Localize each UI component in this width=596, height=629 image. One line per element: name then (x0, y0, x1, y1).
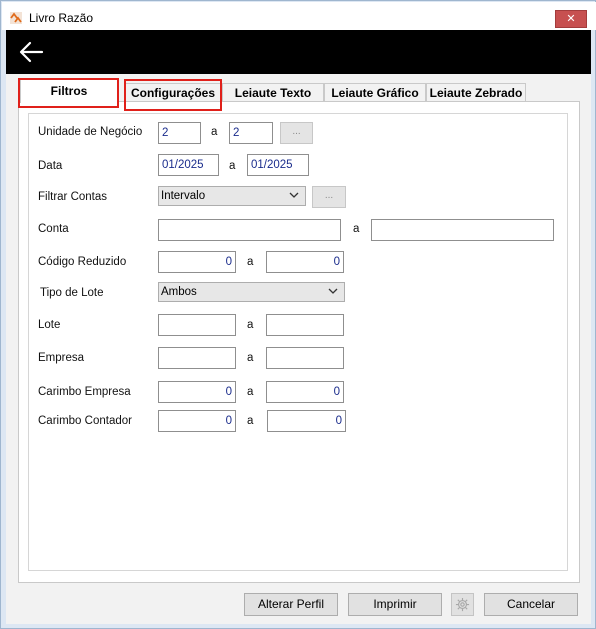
carimbo-empresa-to-input[interactable] (266, 381, 344, 403)
lote-from-input[interactable] (158, 314, 236, 336)
chevron-down-icon (289, 192, 299, 198)
unidade-browse-button[interactable]: ... (280, 122, 313, 144)
filtrar-contas-label: Filtrar Contas (38, 191, 108, 203)
codigo-reduzido-label: Código Reduzido (38, 256, 127, 268)
carimbo-contador-label: Carimbo Contador (38, 415, 132, 427)
gear-icon (455, 597, 470, 612)
filtrar-contas-value: Intervalo (161, 190, 206, 202)
imprimir-button[interactable]: Imprimir (348, 593, 442, 616)
range-separator: a (247, 352, 254, 364)
ellipsis-icon: ... (292, 126, 301, 137)
window-title: Livro Razão (29, 11, 94, 25)
range-separator: a (247, 415, 254, 427)
carimbo-empresa-from-input[interactable] (158, 381, 236, 403)
tipo-lote-label: Tipo de Lote (40, 287, 104, 299)
close-button[interactable]: ✕ (555, 10, 587, 28)
empresa-to-input[interactable] (266, 347, 344, 369)
chevron-down-icon (328, 288, 338, 294)
tab-leiaute-zebrado[interactable]: Leiaute Zebrado (426, 83, 526, 103)
tab-label: Configurações (130, 86, 215, 100)
carimbo-contador-from-input[interactable] (158, 410, 236, 432)
conta-to-input[interactable] (371, 219, 554, 241)
conta-from-input[interactable] (158, 219, 341, 241)
tab-leiaute-grafico[interactable]: Leiaute Gráfico (324, 83, 426, 103)
tab-label: Filtros (50, 84, 88, 98)
settings-button[interactable] (451, 593, 474, 616)
carimbo-contador-to-input[interactable] (267, 410, 346, 432)
tipo-lote-select[interactable]: Ambos (158, 282, 345, 302)
filters-frame (28, 113, 568, 571)
tab-filtros[interactable]: Filtros (20, 79, 118, 103)
filtrar-contas-browse-button[interactable]: ... (312, 186, 346, 208)
alterar-perfil-button[interactable]: Alterar Perfil (244, 593, 338, 616)
codigo-reduzido-to-input[interactable] (266, 251, 344, 273)
button-label: Cancelar (506, 597, 556, 611)
carimbo-empresa-label: Carimbo Empresa (38, 386, 131, 398)
empresa-from-input[interactable] (158, 347, 236, 369)
tab-label: Leiaute Zebrado (429, 86, 523, 100)
close-icon: ✕ (566, 13, 576, 25)
ellipsis-icon: ... (324, 190, 334, 201)
tipo-lote-value: Ambos (161, 286, 197, 298)
range-separator: a (247, 319, 254, 331)
tab-label: Leiaute Texto (234, 86, 312, 100)
range-separator: a (247, 386, 254, 398)
unidade-from-input[interactable] (158, 122, 201, 144)
tab-configuracoes[interactable]: Configurações (124, 83, 222, 103)
cancelar-button[interactable]: Cancelar (484, 593, 578, 616)
conta-label: Conta (38, 223, 69, 235)
back-arrow-icon[interactable] (18, 40, 44, 64)
app-icon (10, 12, 22, 24)
tab-label: Leiaute Gráfico (331, 86, 419, 100)
tab-leiaute-texto[interactable]: Leiaute Texto (222, 83, 324, 103)
range-separator: a (229, 160, 236, 172)
data-label: Data (38, 160, 63, 172)
button-label: Imprimir (373, 597, 417, 611)
range-separator: a (211, 126, 218, 138)
range-separator: a (353, 223, 360, 235)
empresa-label: Empresa (38, 352, 85, 364)
data-to-input[interactable] (247, 154, 309, 176)
lote-label: Lote (38, 319, 61, 331)
data-from-input[interactable] (158, 154, 219, 176)
header-bar (6, 30, 591, 74)
range-separator: a (247, 256, 254, 268)
filtrar-contas-select[interactable]: Intervalo (158, 186, 306, 206)
unidade-to-input[interactable] (229, 122, 273, 144)
unidade-label: Unidade de Negócio (38, 126, 143, 138)
button-label: Alterar Perfil (257, 597, 325, 611)
title-bar: Livro Razão (2, 2, 596, 30)
codigo-reduzido-from-input[interactable] (158, 251, 236, 273)
lote-to-input[interactable] (266, 314, 344, 336)
